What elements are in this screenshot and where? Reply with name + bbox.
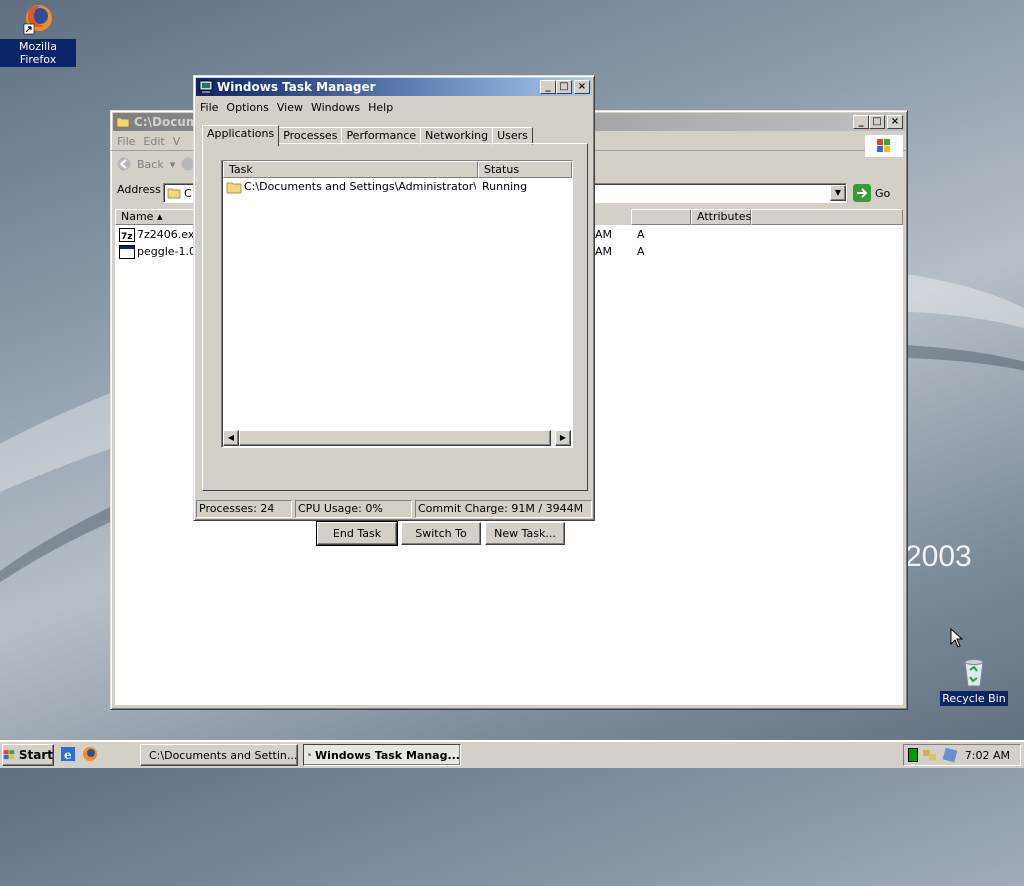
column-attributes[interactable]: Attributes (691, 209, 751, 225)
scroll-right-button[interactable]: ▶ (555, 430, 571, 446)
list-item[interactable]: 7z 7z2406.exe (119, 227, 201, 243)
tab-strip: Applications Processes Performance Netwo… (202, 123, 533, 146)
status-commit: Commit Charge: 91M / 3944M (415, 500, 592, 518)
task-manager-icon (199, 80, 213, 93)
mouse-cursor-icon (950, 628, 964, 648)
folder-icon (167, 188, 181, 199)
back-button[interactable]: Back (137, 158, 164, 171)
file-time: AM (595, 245, 613, 258)
folder-icon (226, 182, 242, 194)
taskbar-button-label: C:\Documents and Settin... (149, 748, 298, 762)
folder-icon (116, 117, 130, 128)
status-cpu: CPU Usage: 0% (295, 500, 412, 518)
go-arrow-icon (853, 184, 871, 202)
file-attr: A (637, 245, 645, 258)
back-arrow-icon (117, 157, 131, 171)
column-status[interactable]: Status (478, 161, 572, 178)
table-row[interactable]: C:\Documents and Settings\Administrator\… (224, 179, 570, 195)
task-name: C:\Documents and Settings\Administrator\… (244, 180, 476, 193)
menu-edit[interactable]: Edit (141, 135, 170, 148)
network-icon[interactable] (922, 747, 938, 763)
column-name[interactable]: Name ▴ (115, 209, 195, 225)
maximize-button[interactable]: □ (556, 80, 572, 94)
quick-launch: e (60, 746, 98, 762)
taskbar-button-label: Windows Task Manag... (315, 748, 460, 762)
desktop-icon-recycle-bin[interactable]: Recycle Bin (936, 656, 1012, 706)
column-task[interactable]: Task (223, 161, 478, 178)
menu-view[interactable]: V (171, 135, 187, 148)
back-dropdown-icon[interactable]: ▾ (170, 158, 176, 171)
address-dropdown-button[interactable]: ▼ (830, 185, 846, 201)
task-manager-window[interactable]: Windows Task Manager _ □ × File Options … (193, 75, 595, 546)
maximize-button[interactable]: □ (869, 115, 885, 129)
applications-panel: Task Status C:\Documents and Settings\Ad… (202, 143, 588, 546)
svg-text:7z: 7z (121, 232, 133, 242)
virtualbox-icon[interactable] (942, 747, 958, 763)
desktop-icon-firefox[interactable]: Mozilla Firefox (0, 2, 76, 67)
system-tray: 7:02 AM (903, 744, 1021, 766)
task-manager-menubar: File Options View Windows Help (194, 98, 594, 116)
menu-file[interactable]: File (115, 135, 141, 148)
minimize-button[interactable]: _ (540, 80, 556, 94)
svg-text:e: e (64, 748, 72, 762)
scroll-left-button[interactable]: ◀ (223, 430, 239, 446)
desktop-icon-label: Mozilla Firefox (0, 39, 76, 67)
menu-file[interactable]: File (198, 101, 224, 114)
close-button[interactable]: × (574, 80, 590, 94)
start-label: Start (18, 748, 53, 762)
windows-logo-icon (865, 135, 903, 157)
column-date[interactable] (631, 209, 691, 225)
status-processes: Processes: 24 (196, 500, 292, 518)
close-button[interactable]: × (887, 115, 903, 129)
file-time: AM (595, 228, 613, 241)
horizontal-scrollbar[interactable]: ◀ ▶ (223, 430, 571, 446)
recycle-bin-icon (964, 659, 984, 687)
desktop-brand-text: 2003 (905, 540, 972, 573)
go-button[interactable]: Go (853, 184, 890, 202)
firefox-icon[interactable] (82, 746, 98, 762)
start-button[interactable]: Start (2, 744, 54, 766)
cpu-meter-icon[interactable] (908, 748, 918, 762)
menu-options[interactable]: Options (224, 101, 274, 114)
internet-explorer-icon[interactable]: e (60, 746, 76, 762)
switch-to-button[interactable]: Switch To (401, 522, 481, 545)
address-label: Address (117, 182, 161, 196)
windows-flag-icon (3, 750, 15, 760)
7z-file-icon: 7z (119, 228, 135, 242)
desktop-icon-label: Recycle Bin (940, 691, 1008, 706)
new-task-button[interactable]: New Task... (485, 522, 565, 545)
scroll-thumb[interactable] (239, 430, 551, 446)
taskbar-button-task-manager[interactable]: Windows Task Manag... (303, 744, 461, 766)
task-manager-icon (308, 753, 311, 756)
taskbar-button-explorer[interactable]: C:\Documents and Settin... (140, 744, 298, 766)
status-bar: Processes: 24 CPU Usage: 0% Commit Charg… (196, 500, 592, 518)
taskbar: Start e C:\Documents and Settin... Windo… (0, 740, 1024, 768)
minimize-button[interactable]: _ (853, 115, 869, 129)
task-manager-title: Windows Task Manager (217, 80, 376, 94)
exe-file-icon (119, 245, 135, 259)
task-list[interactable]: Task Status C:\Documents and Settings\Ad… (221, 160, 573, 448)
list-item[interactable]: peggle-1.02 (119, 244, 203, 260)
menu-help[interactable]: Help (366, 101, 399, 114)
menu-windows[interactable]: Windows (309, 101, 366, 114)
task-status: Running (482, 180, 528, 193)
file-name: 7z2406.exe (137, 228, 201, 241)
firefox-icon (23, 5, 52, 35)
end-task-button[interactable]: End Task (316, 521, 398, 546)
menu-view[interactable]: View (275, 101, 309, 114)
clock[interactable]: 7:02 AM (965, 749, 1010, 762)
file-attr: A (637, 228, 645, 241)
address-value: C (184, 186, 192, 200)
tab-applications[interactable]: Applications (202, 125, 280, 146)
task-manager-titlebar[interactable]: Windows Task Manager _ □ × (196, 78, 592, 96)
go-label: Go (875, 186, 891, 200)
